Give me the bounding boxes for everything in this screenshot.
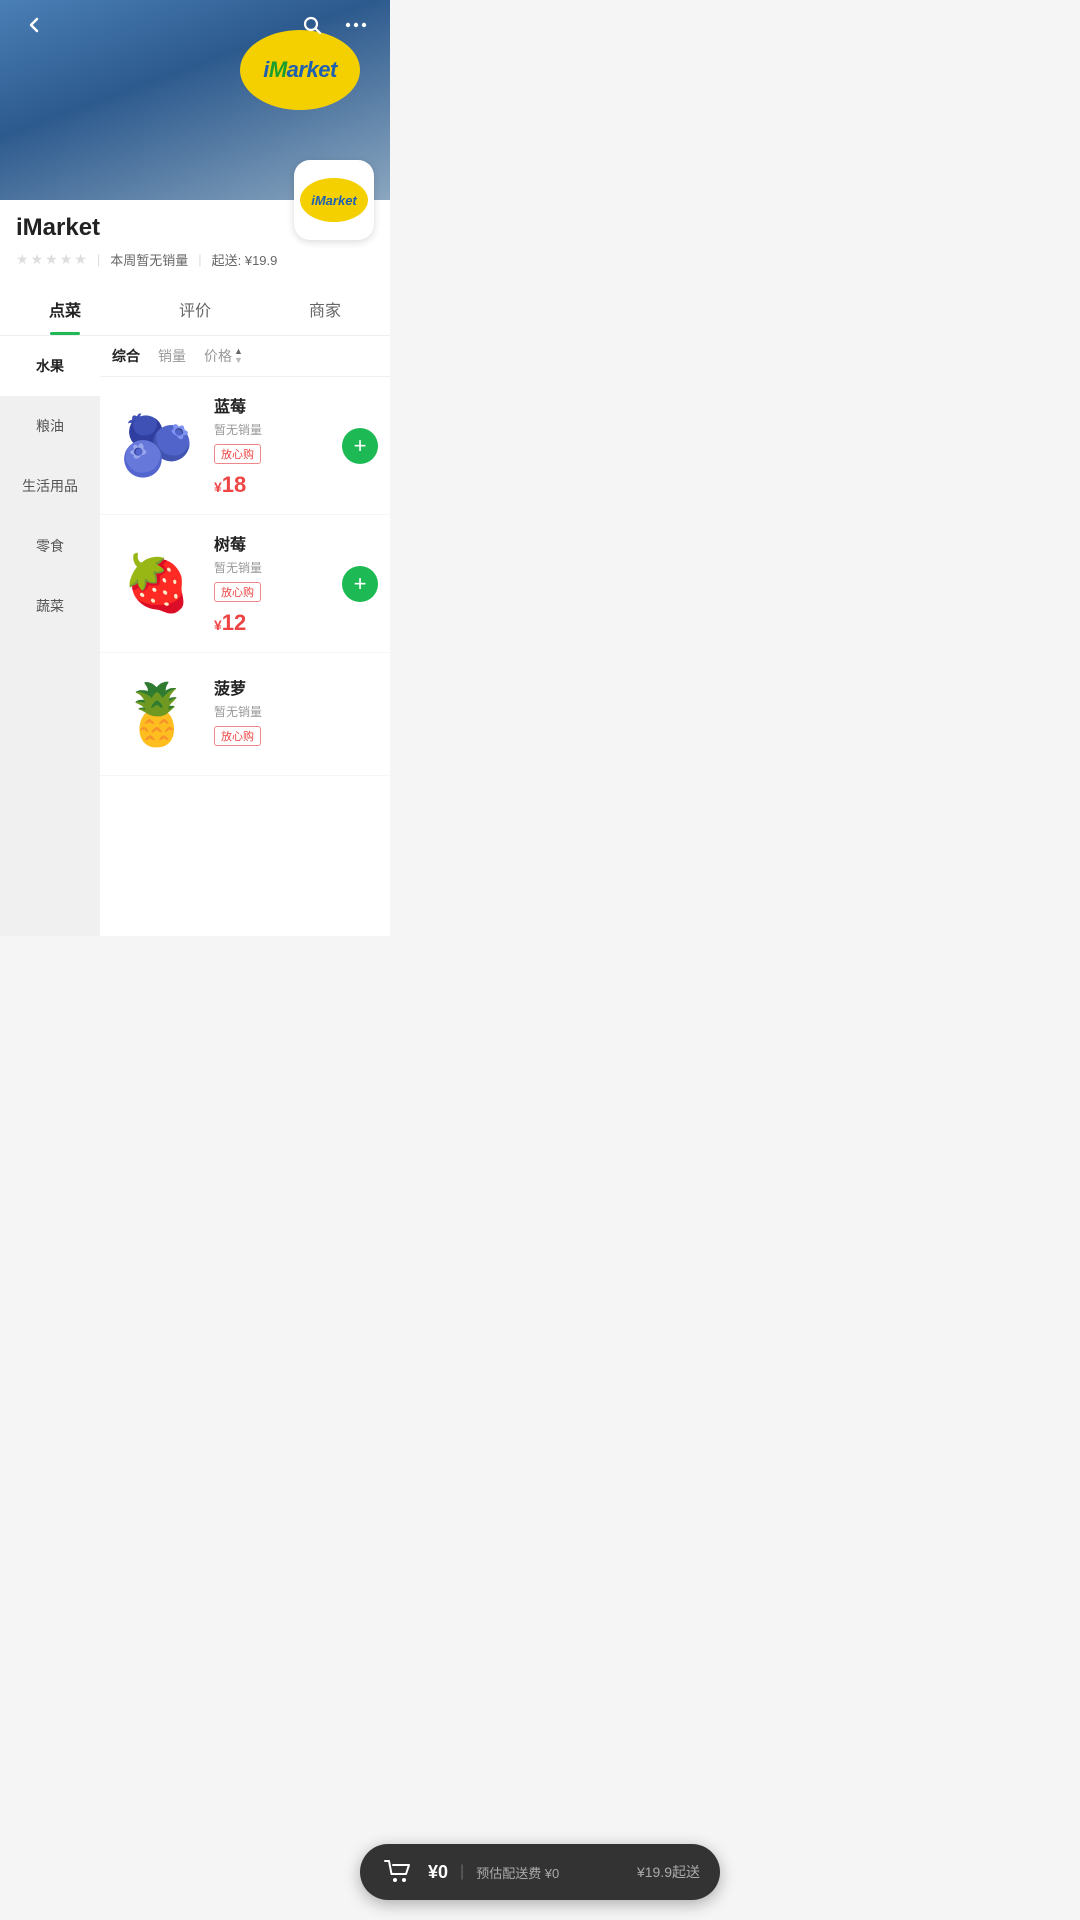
price-value-blueberry: 18 xyxy=(222,472,246,497)
back-button[interactable] xyxy=(16,7,52,43)
product-name-pineapple: 菠萝 xyxy=(214,675,378,699)
sidebar-item-veg[interactable]: 蔬菜 xyxy=(0,576,100,636)
top-bar xyxy=(0,0,390,50)
sidebar-item-grain[interactable]: 粮油 xyxy=(0,396,100,456)
product-sales-blueberry: 暂无销量 xyxy=(214,421,342,438)
product-name-blueberry: 蓝莓 xyxy=(214,393,342,417)
sidebar-label-veg: 蔬菜 xyxy=(36,598,64,614)
store-logo-small-text: iMarket xyxy=(311,193,357,208)
store-min-delivery: 起送: ¥19.9 xyxy=(212,250,278,269)
tab-bar: 点菜 评价 商家 xyxy=(0,283,390,336)
tab-review-label: 评价 xyxy=(179,303,211,320)
store-logo-badge: iMarket xyxy=(294,160,374,240)
add-raspberry-button[interactable]: + xyxy=(342,566,378,602)
tab-merchant[interactable]: 商家 xyxy=(260,283,390,335)
sort-sales-label: 销量 xyxy=(158,348,186,364)
tab-review[interactable]: 评价 xyxy=(130,283,260,335)
more-button[interactable] xyxy=(338,7,374,43)
tab-merchant-label: 商家 xyxy=(309,303,341,320)
meta-divider-1: | xyxy=(97,252,100,267)
sidebar-label-snack: 零食 xyxy=(36,538,64,554)
sort-comprehensive-label: 综合 xyxy=(112,348,140,364)
cart-min: ¥19.9起送 xyxy=(637,1862,700,1882)
sidebar-item-snack[interactable]: 零食 xyxy=(0,516,100,576)
hero-logo-text: iMarket xyxy=(263,57,337,83)
product-img-blueberry: 🫐 xyxy=(112,401,202,491)
store-sales: 本周暂无销量 xyxy=(110,250,188,269)
store-stars: ★ ★ ★ ★ ★ xyxy=(16,251,87,268)
sort-price-label: 价格 xyxy=(204,346,232,366)
cart-bar[interactable]: ¥0 | 预估配送费 ¥0 ¥19.9起送 xyxy=(360,1844,720,1900)
product-info-raspberry: 树莓 暂无销量 放心购 ¥12 xyxy=(214,531,342,636)
product-sales-raspberry: 暂无销量 xyxy=(214,559,342,576)
store-info: iMarket iMarket ★ ★ ★ ★ ★ | 本周暂无销量 | 起送:… xyxy=(0,200,390,283)
cart-fee: 预估配送费 ¥0 xyxy=(476,1863,625,1882)
product-item-blueberry: 🫐 蓝莓 暂无销量 放心购 ¥18 + xyxy=(100,377,390,515)
yen-symbol-2: ¥ xyxy=(214,617,222,633)
sort-price[interactable]: 价格 ▲ ▼ xyxy=(204,346,243,366)
add-blueberry-button[interactable]: + xyxy=(342,428,378,464)
product-sales-pineapple: 暂无销量 xyxy=(214,703,378,720)
sidebar: 水果 粮油 生活用品 零食 蔬菜 xyxy=(0,336,100,936)
top-bar-right xyxy=(294,7,374,43)
sidebar-label-fruit: 水果 xyxy=(36,358,64,374)
star-1: ★ xyxy=(16,251,29,268)
product-item-pineapple: 🍍 菠萝 暂无销量 放心购 xyxy=(100,653,390,776)
content-area: 水果 粮油 生活用品 零食 蔬菜 综合 销量 价格 ▲ xyxy=(0,336,390,936)
sidebar-item-daily[interactable]: 生活用品 xyxy=(0,456,100,516)
product-img-raspberry: 🍓 xyxy=(112,539,202,629)
product-list: 综合 销量 价格 ▲ ▼ 🫐 蓝莓 暂无销量 放心购 ¥18 xyxy=(100,336,390,936)
sidebar-label-daily: 生活用品 xyxy=(22,478,78,494)
sort-comprehensive[interactable]: 综合 xyxy=(112,346,140,366)
star-3: ★ xyxy=(45,251,58,268)
yen-symbol-1: ¥ xyxy=(214,479,222,495)
cart-icon xyxy=(380,1854,416,1890)
tab-order-label: 点菜 xyxy=(49,303,81,320)
product-tag-pineapple: 放心购 xyxy=(214,726,261,746)
sidebar-item-fruit[interactable]: 水果 xyxy=(0,336,100,396)
product-tag-blueberry: 放心购 xyxy=(214,444,261,464)
arrow-down: ▼ xyxy=(234,356,243,365)
product-info-blueberry: 蓝莓 暂无销量 放心购 ¥18 xyxy=(214,393,342,498)
sort-sales[interactable]: 销量 xyxy=(158,346,186,366)
search-button[interactable] xyxy=(294,7,330,43)
cart-amount: ¥0 xyxy=(428,1862,448,1883)
meta-divider-2: | xyxy=(198,252,201,267)
product-name-raspberry: 树莓 xyxy=(214,531,342,555)
store-logo-oval: iMarket xyxy=(300,178,368,222)
tab-order[interactable]: 点菜 xyxy=(0,283,130,335)
sort-bar: 综合 销量 价格 ▲ ▼ xyxy=(100,336,390,377)
sidebar-label-grain: 粮油 xyxy=(36,418,64,434)
product-img-pineapple: 🍍 xyxy=(112,669,202,759)
star-2: ★ xyxy=(31,251,44,268)
cart-divider: | xyxy=(460,1863,464,1881)
product-item-raspberry: 🍓 树莓 暂无销量 放心购 ¥12 + xyxy=(100,515,390,653)
star-5: ★ xyxy=(74,251,87,268)
star-4: ★ xyxy=(60,251,73,268)
store-meta: ★ ★ ★ ★ ★ | 本周暂无销量 | 起送: ¥19.9 xyxy=(16,250,374,283)
price-value-raspberry: 12 xyxy=(222,610,246,635)
product-price-raspberry: ¥12 xyxy=(214,610,342,636)
price-sort-arrows: ▲ ▼ xyxy=(234,347,243,365)
product-tag-raspberry: 放心购 xyxy=(214,582,261,602)
product-info-pineapple: 菠萝 暂无销量 放心购 xyxy=(214,675,378,754)
product-price-blueberry: ¥18 xyxy=(214,472,342,498)
